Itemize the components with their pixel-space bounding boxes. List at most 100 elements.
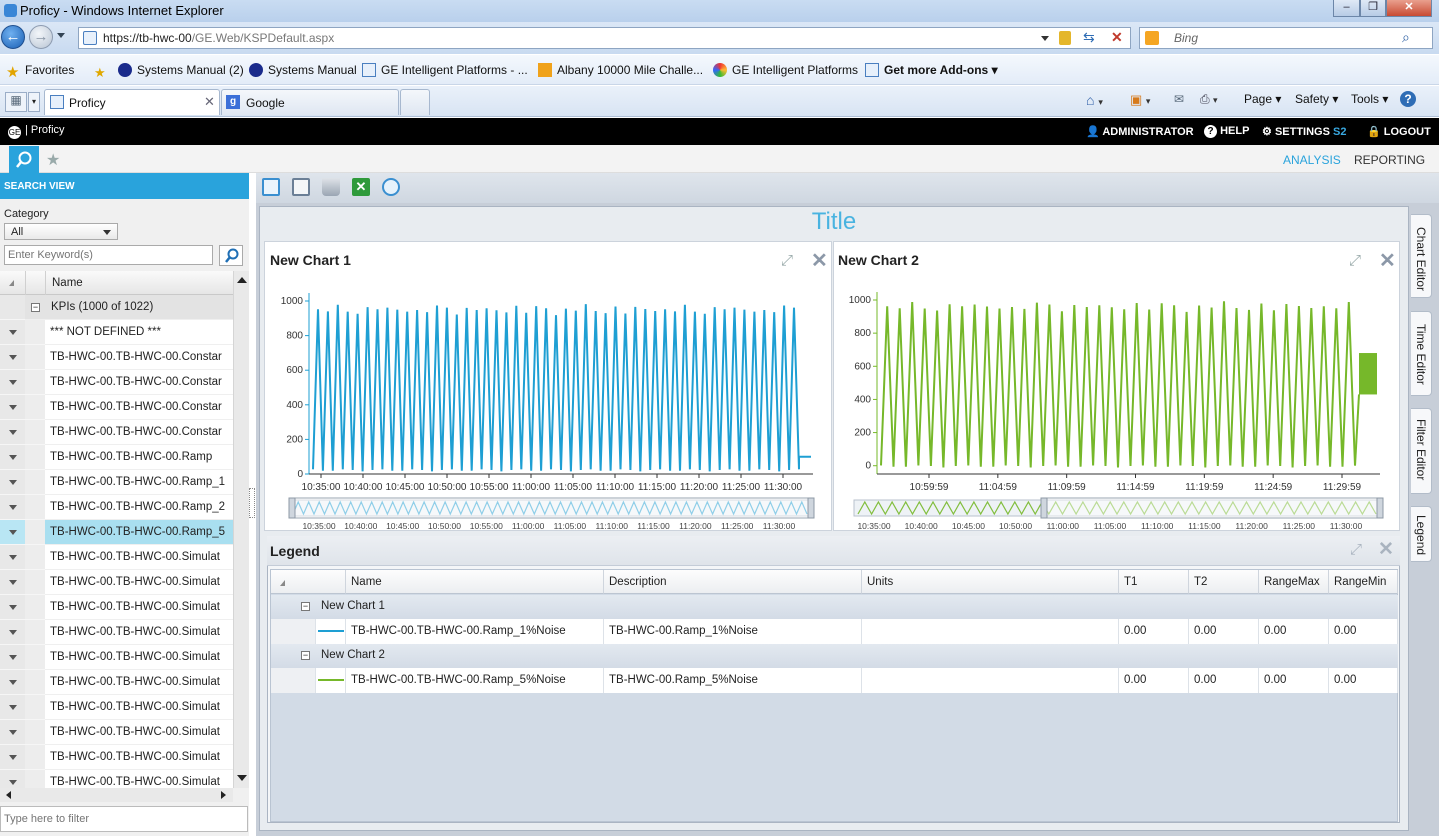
tools-menu[interactable]: Tools ▾ bbox=[1351, 92, 1388, 106]
splitter-handle[interactable] bbox=[249, 488, 255, 518]
refresh-icon[interactable] bbox=[382, 178, 400, 196]
legend-column-header[interactable]: Description bbox=[604, 570, 862, 594]
new-tab-button[interactable] bbox=[400, 89, 430, 115]
kpi-list-item[interactable]: TB-HWC-00.TB-HWC-00.Constar bbox=[0, 395, 233, 420]
nav-reporting[interactable]: REPORTING bbox=[1354, 153, 1425, 167]
kpi-list-item[interactable]: TB-HWC-00.TB-HWC-00.Simulat bbox=[0, 670, 233, 695]
kpi-list-item[interactable]: TB-HWC-00.TB-HWC-00.Simulat bbox=[0, 645, 233, 670]
fav-link-1[interactable]: Systems Manual (2) bbox=[118, 63, 244, 77]
list-horizontal-scrollbar[interactable] bbox=[0, 788, 233, 802]
chart-panel-1[interactable]: New Chart 1 ⤢ ✕ 0 200 400 600 800 1000 10:35:0… bbox=[264, 241, 832, 531]
stop-icon[interactable]: ✕ bbox=[1111, 29, 1123, 46]
kpi-group-row[interactable]: KPIs (1000 of 1022) − bbox=[0, 295, 233, 320]
row-menu-icon[interactable] bbox=[9, 655, 17, 660]
kpi-list-item[interactable]: TB-HWC-00.TB-HWC-00.Simulat bbox=[0, 720, 233, 745]
tab-time-editor[interactable]: Time Editor bbox=[1411, 311, 1432, 396]
page-menu[interactable]: Page ▾ bbox=[1244, 92, 1281, 106]
column-name-header[interactable]: Name bbox=[52, 277, 83, 289]
row-menu-icon[interactable] bbox=[9, 530, 17, 535]
add-row-icon[interactable] bbox=[292, 178, 310, 196]
quick-tabs-icon[interactable]: ▦ bbox=[5, 92, 27, 112]
history-dropdown-icon[interactable] bbox=[57, 33, 65, 38]
kpi-list-item[interactable]: TB-HWC-00.TB-HWC-00.Simulat bbox=[0, 695, 233, 720]
row-menu-icon[interactable] bbox=[9, 505, 17, 510]
close-icon[interactable]: ✕ bbox=[1378, 538, 1394, 561]
kpi-list-item[interactable]: TB-HWC-00.TB-HWC-00.Ramp_5 bbox=[0, 520, 233, 545]
home-icon[interactable]: ⌂ ▾ bbox=[1086, 92, 1103, 108]
row-menu-icon[interactable] bbox=[9, 780, 17, 785]
dashboard-title[interactable]: Title bbox=[259, 208, 1409, 236]
user-menu[interactable]: 👤 ADMINISTRATOR bbox=[1086, 125, 1194, 138]
kpi-list-item[interactable]: TB-HWC-00.TB-HWC-00.Constar bbox=[0, 345, 233, 370]
kpi-list-item[interactable]: *** NOT DEFINED *** bbox=[0, 320, 233, 345]
row-menu-icon[interactable] bbox=[9, 405, 17, 410]
scroll-right-icon[interactable] bbox=[221, 791, 226, 799]
kpi-list-item[interactable]: TB-HWC-00.TB-HWC-00.Simulat bbox=[0, 745, 233, 770]
legend-group-row[interactable]: − New Chart 1 bbox=[271, 595, 1398, 619]
chart-panel-2[interactable]: New Chart 2 ⤢ ✕ 0 200 400 600 800 1000 10:59:5… bbox=[833, 241, 1400, 531]
add-chart-icon[interactable] bbox=[262, 178, 280, 196]
search-view-tab[interactable] bbox=[9, 146, 39, 173]
legend-column-header[interactable]: T2 bbox=[1189, 570, 1259, 594]
kpi-list-item[interactable]: TB-HWC-00.TB-HWC-00.Ramp_1 bbox=[0, 470, 233, 495]
legend-column-header[interactable]: Units bbox=[862, 570, 1119, 594]
legend-column-header[interactable]: RangeMax bbox=[1259, 570, 1329, 594]
collapse-icon[interactable]: − bbox=[301, 602, 310, 611]
close-window-button[interactable]: ✕ bbox=[1386, 0, 1432, 17]
scroll-left-icon[interactable] bbox=[6, 791, 11, 799]
expand-icon[interactable]: ⤢ bbox=[1350, 541, 1362, 558]
fav-link-5[interactable]: GE Intelligent Platforms bbox=[713, 63, 858, 77]
fav-link-2[interactable]: Systems Manual bbox=[249, 63, 357, 77]
tab-proficy[interactable]: Proficy ✕ bbox=[44, 89, 220, 115]
trash-icon[interactable] bbox=[322, 178, 340, 196]
list-vertical-scrollbar[interactable] bbox=[233, 271, 249, 788]
row-menu-icon[interactable] bbox=[9, 330, 17, 335]
row-menu-icon[interactable] bbox=[9, 430, 17, 435]
row-menu-icon[interactable] bbox=[9, 730, 17, 735]
legend-group-row[interactable]: − New Chart 2 bbox=[271, 644, 1398, 668]
row-menu-icon[interactable] bbox=[9, 380, 17, 385]
fav-link-addons[interactable]: Get more Add-ons ▾ bbox=[865, 63, 998, 77]
refresh-icon[interactable]: ⇆ bbox=[1083, 29, 1095, 46]
row-menu-icon[interactable] bbox=[9, 580, 17, 585]
excel-export-icon[interactable]: ✕ bbox=[352, 178, 370, 196]
logout-link[interactable]: 🔒 LOGOUT bbox=[1367, 125, 1431, 138]
forward-button[interactable]: → bbox=[29, 25, 53, 49]
kpi-list-item[interactable]: TB-HWC-00.TB-HWC-00.Simulat bbox=[0, 570, 233, 595]
kpi-list-item[interactable]: TB-HWC-00.TB-HWC-00.Ramp_2 bbox=[0, 495, 233, 520]
legend-row[interactable]: TB-HWC-00.TB-HWC-00.Ramp_5%Noise TB-HWC-0… bbox=[271, 668, 1398, 693]
fav-link-3[interactable]: GE Intelligent Platforms - ... bbox=[362, 63, 528, 77]
mail-icon[interactable]: ✉ bbox=[1174, 92, 1184, 106]
keyword-search-button[interactable] bbox=[219, 245, 243, 266]
row-menu-icon[interactable] bbox=[9, 680, 17, 685]
favorites-button[interactable]: ★ Favorites bbox=[6, 63, 74, 80]
legend-row[interactable]: TB-HWC-00.TB-HWC-00.Ramp_1%Noise TB-HWC-0… bbox=[271, 619, 1398, 644]
tab-chart-editor[interactable]: Chart Editor bbox=[1411, 214, 1432, 298]
row-menu-icon[interactable] bbox=[9, 705, 17, 710]
collapse-icon[interactable]: − bbox=[301, 651, 310, 660]
tab-legend[interactable]: Legend bbox=[1411, 506, 1432, 562]
fav-link-4[interactable]: Albany 10000 Mile Challe... bbox=[538, 63, 703, 77]
kpi-list-item[interactable]: TB-HWC-00.TB-HWC-00.Ramp bbox=[0, 445, 233, 470]
add-favorite-icon[interactable]: ★ bbox=[94, 65, 106, 81]
filter-input[interactable] bbox=[0, 806, 248, 832]
feeds-icon[interactable]: ▣ ▾ bbox=[1130, 92, 1150, 108]
print-icon[interactable]: ⎙ ▾ bbox=[1200, 92, 1217, 107]
search-icon[interactable]: ⌕ bbox=[1402, 29, 1410, 46]
kpi-list-item[interactable]: TB-HWC-00.TB-HWC-00.Simulat bbox=[0, 595, 233, 620]
close-tab-icon[interactable]: ✕ bbox=[204, 94, 215, 110]
keyword-input[interactable] bbox=[4, 245, 213, 265]
minimize-button[interactable]: – bbox=[1333, 0, 1360, 17]
tab-filter-editor[interactable]: Filter Editor bbox=[1411, 408, 1432, 494]
tab-list-icon[interactable]: ▾ bbox=[28, 92, 40, 112]
settings-link[interactable]: ⚙ SETTINGS S2 bbox=[1262, 125, 1346, 138]
kpi-list-item[interactable]: TB-HWC-00.TB-HWC-00.Constar bbox=[0, 370, 233, 395]
help-icon[interactable]: ? bbox=[1400, 91, 1416, 107]
help-link[interactable]: ? HELP bbox=[1204, 125, 1249, 138]
search-field[interactable]: Bing ⌕ bbox=[1139, 27, 1433, 49]
row-menu-icon[interactable] bbox=[9, 630, 17, 635]
row-menu-icon[interactable] bbox=[9, 355, 17, 360]
collapse-icon[interactable]: − bbox=[31, 303, 40, 312]
scroll-down-icon[interactable] bbox=[237, 775, 247, 781]
category-select[interactable]: All bbox=[4, 223, 118, 240]
